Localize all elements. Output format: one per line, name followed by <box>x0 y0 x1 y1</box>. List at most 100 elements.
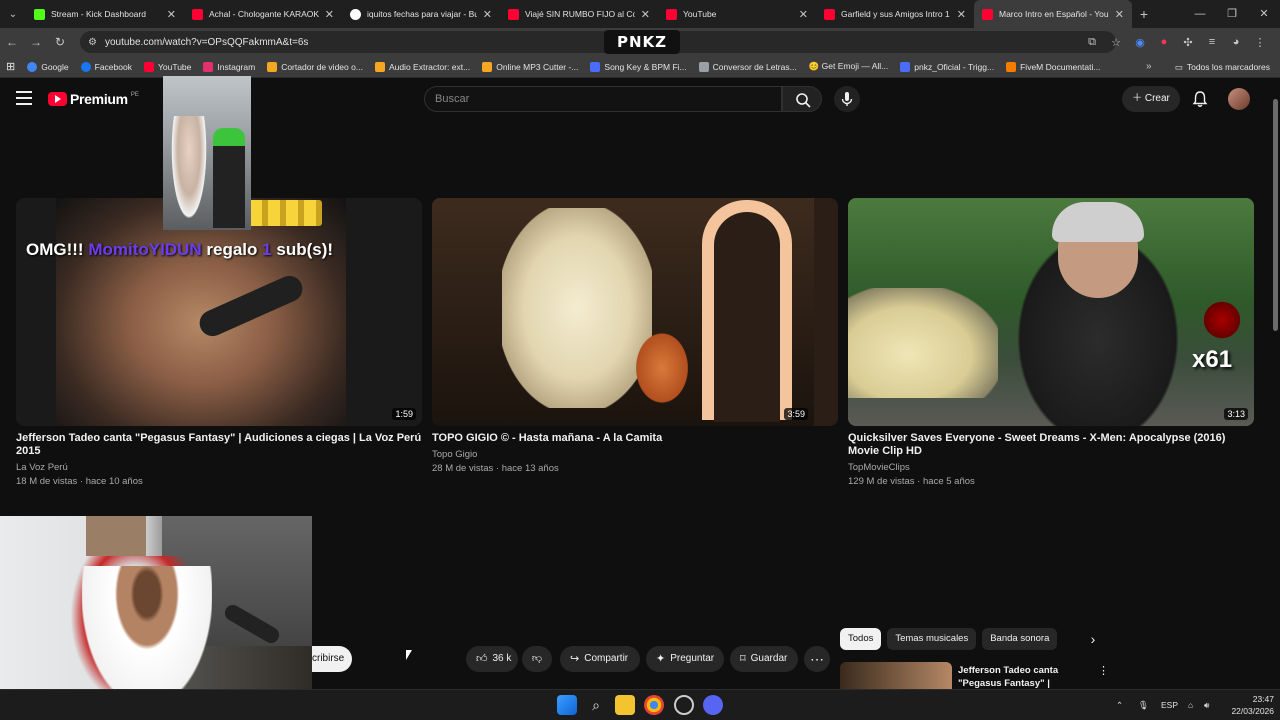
search-button[interactable] <box>782 86 822 112</box>
apps-grid-icon[interactable]: ⊞ <box>6 60 15 73</box>
browser-tab[interactable]: Achal - Chologante KARAOKE ( ✕ <box>184 0 342 28</box>
browser-tab[interactable]: YouTube ✕ <box>658 0 816 28</box>
chevron-right-icon[interactable]: › <box>1084 630 1102 648</box>
forward-icon[interactable]: → <box>24 35 48 49</box>
end-screen-video-card[interactable]: x61 3:13 Quicksilver Saves Everyone - Sw… <box>848 198 1254 487</box>
search-input[interactable]: Buscar <box>424 86 782 112</box>
start-windows-icon[interactable] <box>557 695 577 715</box>
close-tab-icon[interactable]: ✕ <box>167 8 176 21</box>
browser-tab-active[interactable]: Marco Intro en Español - YouTu ✕ <box>974 0 1132 28</box>
end-screen-video-card[interactable]: OMG!!! MomitoYIDUN regalo 1 sub(s)! 1:59… <box>16 198 422 487</box>
tray-chevron-icon[interactable]: ⌃ <box>1116 690 1123 720</box>
browser-tab[interactable]: Stream - Kick Dashboard ✕ <box>26 0 184 28</box>
profile-icon[interactable]: ◕ <box>1224 36 1248 48</box>
bookmark-item[interactable]: Facebook <box>80 61 132 72</box>
create-button[interactable]: ＋ Crear <box>1122 86 1180 112</box>
video-thumbnail[interactable]: OMG!!! MomitoYIDUN regalo 1 sub(s)! 1:59 <box>16 198 422 426</box>
bookmark-item[interactable]: Google <box>27 61 69 72</box>
extension-icon[interactable]: ◉ <box>1128 36 1152 49</box>
chip-music-themes[interactable]: Temas musicales <box>887 628 977 650</box>
bookmark-item[interactable]: pnkz_Oficial - Trigg... <box>900 61 994 72</box>
site-info-icon[interactable]: ⚙ <box>88 37 97 48</box>
related-title[interactable]: Jefferson Tadeo canta "Pegasus Fantasy" … <box>958 664 1098 690</box>
more-vert-icon[interactable]: ⋮ <box>1098 664 1109 677</box>
close-tab-icon[interactable]: ✕ <box>325 8 334 21</box>
tab-title: Stream - Kick Dashboard <box>51 9 146 19</box>
extensions-puzzle-icon[interactable]: ✣ <box>1176 36 1200 49</box>
related-thumbnail[interactable] <box>840 662 952 690</box>
bookmark-item[interactable]: Song Key & BPM Fi... <box>590 61 687 72</box>
tray-volume-icon[interactable]: 🔊︎ <box>1204 690 1209 720</box>
avatar[interactable] <box>1228 88 1250 110</box>
close-tab-icon[interactable]: ✕ <box>483 8 492 21</box>
dislike-button[interactable]: 👎︎ <box>522 646 552 672</box>
page-scrollbar[interactable] <box>1270 79 1280 689</box>
video-title[interactable]: Quicksilver Saves Everyone - Sweet Dream… <box>848 432 1254 458</box>
end-screen-video-card[interactable]: 3:59 TOPO GIGIO © - Hasta mañana - A la … <box>432 198 838 474</box>
taskbar-clock[interactable]: 23:47 22/03/2026 <box>1222 693 1274 717</box>
menu-icon[interactable] <box>16 91 32 105</box>
bookmark-item[interactable]: Instagram <box>203 61 255 72</box>
chip-all[interactable]: Todos <box>840 628 882 650</box>
ask-button[interactable]: ✦ Preguntar <box>646 646 724 672</box>
all-bookmarks-folder[interactable]: ▭ Todos los marcadores <box>1175 56 1270 78</box>
browser-tab[interactable]: Viajé SIN RUMBO FIJO al Coraz ✕ <box>500 0 658 28</box>
close-tab-icon[interactable]: ✕ <box>799 8 808 21</box>
more-bookmarks-icon[interactable]: » <box>1146 56 1152 78</box>
close-tab-icon[interactable]: ✕ <box>1115 8 1124 21</box>
close-tab-icon[interactable]: ✕ <box>957 8 966 21</box>
webcam-streamer <box>82 566 212 706</box>
discord-icon[interactable] <box>703 695 723 715</box>
close-tab-icon[interactable]: ✕ <box>641 8 650 21</box>
tray-mic-icon[interactable]: 🎙︎ <box>1138 690 1149 720</box>
channel-name[interactable]: Topo Gigio <box>432 449 838 460</box>
tab-search-button[interactable]: ⌄ <box>0 0 26 28</box>
chip-soundtrack[interactable]: Banda sonora <box>982 628 1058 650</box>
like-button[interactable]: 👍︎ 36 k <box>466 646 518 672</box>
voice-search-button[interactable] <box>834 86 860 112</box>
reload-icon[interactable]: ↻ <box>48 35 72 49</box>
notifications-bell-icon[interactable] <box>1190 89 1210 109</box>
scrollbar-thumb[interactable] <box>1273 99 1278 331</box>
language-indicator[interactable]: ESP <box>1161 690 1178 720</box>
tray-network-icon[interactable]: ⌂ <box>1188 690 1193 720</box>
obs-icon[interactable] <box>674 695 694 715</box>
back-icon[interactable]: ← <box>0 35 24 49</box>
bookmark-item[interactable]: Conversor de Letras... <box>698 61 797 72</box>
save-button[interactable]: ⌑ Guardar <box>730 646 798 672</box>
restore-icon[interactable]: ❐ <box>1216 0 1248 28</box>
chrome-menu-icon[interactable]: ⋮ <box>1248 36 1272 49</box>
share-button[interactable]: ↪ Compartir <box>560 646 640 672</box>
new-tab-button[interactable]: + <box>1132 6 1156 22</box>
install-app-icon[interactable]: ⧉ <box>1080 36 1104 49</box>
bookmark-star-icon[interactable]: ☆ <box>1104 36 1128 49</box>
search-icon[interactable]: ⌕ <box>586 695 606 715</box>
video-thumbnail[interactable]: 3:59 <box>432 198 838 426</box>
bookmark-item[interactable]: Cortador de video o... <box>267 61 363 72</box>
video-title[interactable]: TOPO GIGIO © - Hasta mañana - A la Camit… <box>432 432 838 445</box>
browser-tab[interactable]: iquitos fechas para viajar - Bus ✕ <box>342 0 500 28</box>
channel-name[interactable]: TopMovieClips <box>848 462 1254 473</box>
bookmark-item[interactable]: FiveM Documentati... <box>1006 61 1100 72</box>
thumbnail-hair <box>1052 202 1144 242</box>
address-bar[interactable]: ⚙ youtube.com/watch?v=OPsQQFakmmA&t=6s <box>80 31 1116 53</box>
video-title[interactable]: Jefferson Tadeo canta "Pegasus Fantasy" … <box>16 432 422 458</box>
media-control-icon[interactable]: ≡ <box>1200 36 1224 48</box>
youtube-premium-logo[interactable]: Premium PE <box>48 91 139 107</box>
thumbnail-overlay-text: x61 <box>1192 346 1233 373</box>
bookmark-item[interactable]: Online MP3 Cutter -... <box>482 61 578 72</box>
close-window-icon[interactable]: ✕ <box>1248 0 1280 28</box>
browser-tab[interactable]: Garfield y sus Amigos Intro 1 " ✕ <box>816 0 974 28</box>
minimize-icon[interactable]: — <box>1184 0 1216 28</box>
file-explorer-icon[interactable] <box>615 695 635 715</box>
video-thumbnail[interactable]: x61 3:13 <box>848 198 1254 426</box>
extension-icon[interactable]: ● <box>1152 36 1176 48</box>
more-actions-button[interactable]: ⋯ <box>804 646 830 672</box>
chrome-icon[interactable] <box>644 695 664 715</box>
related-video-item[interactable]: Jefferson Tadeo canta "Pegasus Fantasy" … <box>840 662 1110 690</box>
bookmark-item[interactable]: 😊 Get Emoji — All... <box>809 61 889 72</box>
google-icon <box>350 8 361 20</box>
bookmark-item[interactable]: Audio Extractor: ext... <box>374 61 470 72</box>
channel-name[interactable]: La Voz Perú <box>16 462 422 473</box>
bookmark-item[interactable]: YouTube <box>143 61 191 72</box>
